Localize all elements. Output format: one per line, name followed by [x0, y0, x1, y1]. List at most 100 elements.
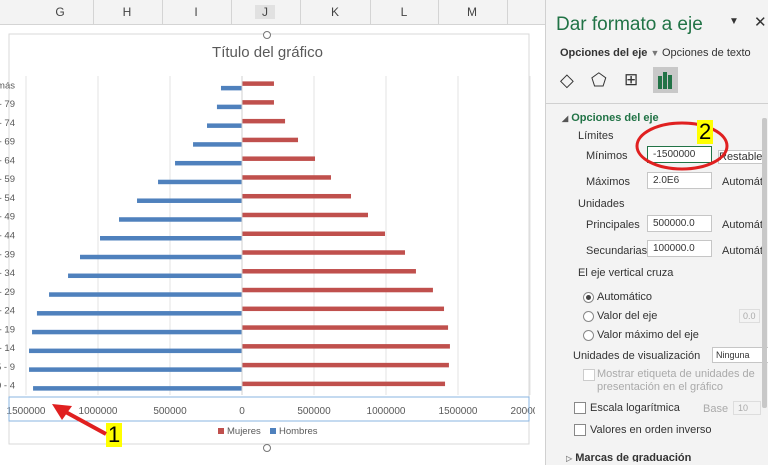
- col-m[interactable]: M: [462, 5, 482, 19]
- bar-hombres: [29, 367, 242, 372]
- bar-mujeres: [242, 118, 286, 124]
- units-label: Unidades: [578, 198, 625, 210]
- bar-hombres: [175, 160, 242, 166]
- limits-label: Límites: [578, 130, 614, 142]
- bar-chart-icon[interactable]: [653, 67, 678, 93]
- panel-options-dropdown[interactable]: ▼: [729, 16, 739, 27]
- y-tick-label: 80 y más: [0, 80, 15, 91]
- bar-hombres: [49, 292, 242, 297]
- bar-hombres: [220, 85, 242, 91]
- y-tick-label: 5 - 9: [0, 362, 15, 373]
- bar-mujeres: [242, 250, 406, 255]
- log-scale-label: Escala logarítmica: [590, 402, 680, 414]
- col-j[interactable]: J: [255, 5, 275, 19]
- display-units-label: Unidades de visualización: [573, 350, 701, 362]
- x-tick-label: 1500000: [7, 406, 46, 417]
- tick-marks-label: Marcas de graduación: [575, 452, 692, 462]
- radio-auto-label: Automático: [597, 291, 653, 303]
- log-scale-checkbox[interactable]: [574, 402, 586, 414]
- y-tick-label: 45 - 49: [0, 212, 15, 223]
- y-tick-label: 40 - 44: [0, 231, 15, 242]
- reverse-order-checkbox[interactable]: [574, 424, 586, 436]
- bar-mujeres: [242, 175, 331, 180]
- bar-hombres: [158, 179, 242, 185]
- resize-handle: [263, 31, 271, 39]
- column-headers: G H I J K L M: [0, 0, 545, 25]
- y-tick-label: 20 - 24: [0, 306, 15, 317]
- x-tick-label: 1500000: [439, 406, 478, 417]
- major-auto-button[interactable]: Automático: [722, 219, 764, 231]
- size-properties-icon[interactable]: ⊞: [624, 70, 638, 90]
- crosses-label: El eje vertical cruza: [578, 267, 674, 279]
- bar-mujeres: [242, 269, 416, 274]
- col-i[interactable]: I: [186, 5, 206, 19]
- y-tick-label: 35 - 39: [0, 249, 15, 260]
- bar-hombres: [216, 104, 242, 110]
- axis-value-input[interactable]: 0.0: [739, 309, 760, 323]
- radio-axis-value-label: Valor del eje: [597, 310, 658, 322]
- legend-swatch: [270, 428, 276, 434]
- bar-mujeres: [242, 381, 446, 387]
- y-tick-label: 55 - 59: [0, 174, 15, 185]
- bar-mujeres: [242, 100, 274, 105]
- bar-mujeres: [242, 325, 449, 330]
- bar-hombres: [207, 123, 242, 128]
- minor-auto-button[interactable]: Automático: [722, 245, 764, 257]
- x-tick-label: 500000: [297, 406, 331, 417]
- bar-mujeres: [242, 344, 450, 349]
- section-tick-marks[interactable]: ▷ Marcas de graduación: [566, 452, 691, 462]
- col-g[interactable]: G: [50, 5, 70, 19]
- border-pentagon-icon[interactable]: ⬠: [591, 70, 607, 91]
- bar-mujeres: [242, 156, 316, 161]
- col-k[interactable]: K: [325, 5, 345, 19]
- max-auto-button[interactable]: Automático: [722, 176, 764, 188]
- legend-label: Hombres: [279, 426, 318, 437]
- show-units-label-text: Mostrar etiqueta de unidades de presenta…: [597, 368, 755, 393]
- base-input[interactable]: 10: [733, 401, 761, 415]
- bar-mujeres: [242, 81, 274, 86]
- max-label: Máximos: [586, 176, 631, 188]
- radio-max-value-label: Valor máximo del eje: [597, 329, 699, 341]
- panel-title: Dar formato a eje: [556, 14, 703, 35]
- y-tick-label: 75 - 79: [0, 99, 15, 110]
- red-circle-annotation: [635, 121, 729, 171]
- bar-hombres: [29, 348, 242, 354]
- y-tick-label: 15 - 19: [0, 324, 15, 335]
- minor-input[interactable]: 100000.0: [647, 240, 712, 257]
- panel-scrollbar[interactable]: [762, 118, 767, 408]
- major-label: Principales: [586, 219, 640, 231]
- bar-mujeres: [242, 306, 445, 312]
- show-units-label-checkbox[interactable]: [583, 369, 595, 381]
- display-units-select[interactable]: Ninguna: [712, 347, 768, 363]
- max-input[interactable]: 2.0E6: [647, 172, 712, 189]
- tab-axis-options[interactable]: Opciones del eje ▼: [560, 47, 659, 59]
- tab-axis-label: Opciones del eje: [560, 47, 648, 59]
- bar-hombres: [193, 142, 242, 147]
- x-tick-label: 1000000: [367, 406, 406, 417]
- col-h[interactable]: H: [117, 5, 137, 19]
- min-label: Mínimos: [586, 150, 628, 162]
- bar-hombres: [100, 236, 243, 241]
- format-axis-panel: Dar formato a eje ▼ ✕ Opciones del eje ▼…: [545, 0, 768, 465]
- bar-mujeres: [242, 193, 352, 199]
- radio-max-value[interactable]: [583, 330, 594, 341]
- tab-text-options[interactable]: Opciones de texto: [662, 47, 751, 59]
- x-tick-label: 500000: [153, 406, 187, 417]
- reverse-order-label: Valores en orden inverso: [590, 424, 712, 436]
- radio-axis-value[interactable]: [583, 311, 594, 322]
- col-l[interactable]: L: [394, 5, 414, 19]
- y-tick-label: 70 - 74: [0, 118, 15, 129]
- y-tick-label: 0 - 4: [0, 381, 15, 392]
- bar-hombres: [32, 329, 242, 335]
- major-input[interactable]: 500000.0: [647, 215, 712, 232]
- bar-mujeres: [242, 287, 433, 293]
- y-tick-label: 25 - 29: [0, 287, 15, 298]
- x-tick-label: 0: [239, 406, 245, 417]
- close-icon[interactable]: ✕: [754, 13, 767, 31]
- fill-icon[interactable]: ◇: [560, 70, 574, 91]
- bar-hombres: [119, 217, 242, 222]
- radio-auto[interactable]: [583, 292, 594, 303]
- red-arrow-annotation: [52, 404, 107, 436]
- base-label: Base: [703, 403, 729, 415]
- bar-hombres: [36, 311, 242, 316]
